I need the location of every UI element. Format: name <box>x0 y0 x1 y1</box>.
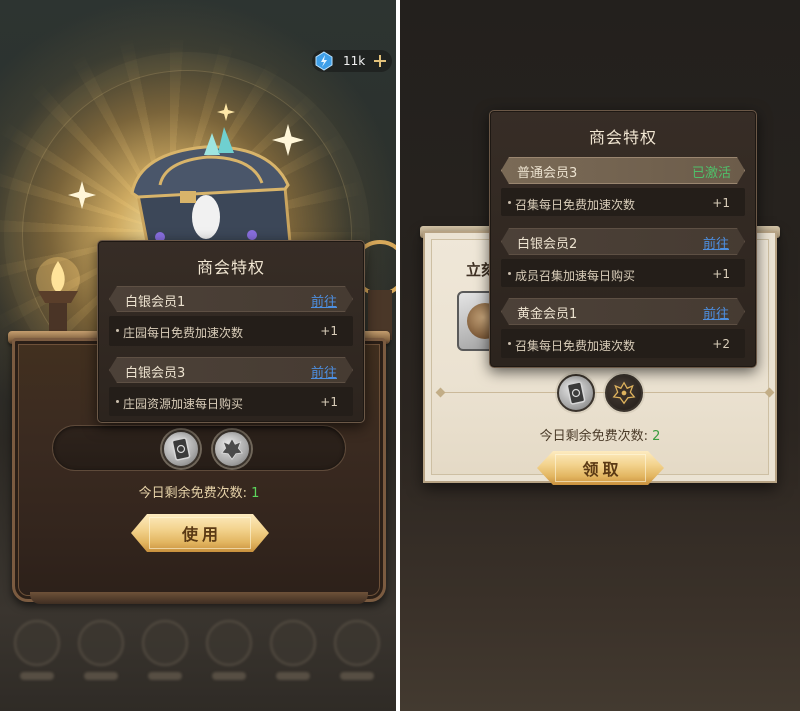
bottom-nav-icon <box>270 620 316 666</box>
card-icon <box>566 381 586 405</box>
tier-benefit-row: 庄园资源加速每日购买 +1 <box>109 387 353 416</box>
benefit-bonus: +2 <box>712 337 730 351</box>
remaining-free-count: 今日剩余免费次数: 2 <box>423 425 777 444</box>
crest-icon <box>220 437 244 460</box>
tier-benefit-row: 庄园每日免费加速次数 +1 <box>109 316 353 346</box>
bottom-nav-label <box>20 672 54 680</box>
bottom-nav-label <box>340 672 374 680</box>
crest-reward-icon[interactable] <box>605 374 643 412</box>
sparkle-icon <box>272 124 304 156</box>
benefit-text: 庄园每日免费加速次数 <box>123 326 244 340</box>
remaining-label: 今日剩余免费次数: <box>138 486 252 501</box>
tier-header: 白银会员3 前往 <box>109 357 353 383</box>
currency-bar[interactable]: 11k <box>312 50 392 72</box>
bottom-nav-icon <box>334 620 380 666</box>
bottom-nav-icon <box>142 620 188 666</box>
plus-icon[interactable] <box>373 54 387 68</box>
frame-bottom-ornament <box>30 592 368 604</box>
crest-reward-icon[interactable] <box>213 430 251 468</box>
activated-status: 已激活 <box>691 166 731 181</box>
bottom-nav-icon <box>206 620 252 666</box>
benefit-bonus: +1 <box>712 267 730 281</box>
bullet-icon <box>116 329 119 332</box>
goto-link[interactable]: 前往 <box>703 303 729 322</box>
bottom-nav-label <box>212 672 246 680</box>
benefit-text: 召集每日免费加速次数 <box>515 339 636 353</box>
bottom-nav-icon <box>78 620 124 666</box>
remaining-label: 今日剩余免费次数: <box>539 429 653 444</box>
bullet-icon <box>116 400 119 403</box>
remaining-count: 1 <box>251 486 260 501</box>
crest-icon <box>612 381 636 405</box>
tier-name: 白银会员2 <box>517 237 578 252</box>
use-button-label: 使用 <box>181 525 222 544</box>
tier-name: 白银会员1 <box>125 295 186 310</box>
tier-benefit-row: 成员召集加速每日购买 +1 <box>501 259 745 287</box>
tier-benefit-row: 召集每日免费加速次数 +1 <box>501 188 745 216</box>
sparkle-icon <box>217 103 235 121</box>
claim-button-label: 领取 <box>582 460 623 479</box>
bottom-nav-label <box>276 672 310 680</box>
remaining-count: 2 <box>652 429 661 444</box>
bullet-icon <box>508 201 511 204</box>
tier-header: 白银会员1 前往 <box>109 286 353 312</box>
crystal-icon <box>315 51 333 71</box>
benefit-bonus: +1 <box>320 395 338 409</box>
tier-name: 普通会员3 <box>517 166 578 181</box>
benefit-text: 庄园资源加速每日购买 <box>123 397 244 411</box>
card-reward-icon[interactable] <box>557 374 595 412</box>
remaining-free-count: 今日剩余免费次数: 1 <box>12 482 386 501</box>
bullet-icon <box>508 272 511 275</box>
tier-name: 白银会员3 <box>125 366 186 381</box>
tier-header-active: 普通会员3 已激活 <box>501 157 745 184</box>
benefit-text: 成员召集加速每日购买 <box>515 269 636 283</box>
goto-link[interactable]: 前往 <box>311 362 337 381</box>
card-icon <box>171 437 191 461</box>
privilege-popup: 商会特权 白银会员1 前往 庄园每日免费加速次数 +1 白银会员3 前往 庄园资… <box>97 240 365 423</box>
bottom-nav-icon <box>14 620 60 666</box>
bottom-nav-label <box>148 672 182 680</box>
sparkle-icon <box>68 181 96 209</box>
claim-button[interactable]: 领取 <box>537 451 664 485</box>
goto-link[interactable]: 前往 <box>703 233 729 252</box>
bullet-icon <box>508 342 511 345</box>
benefit-bonus: +1 <box>712 196 730 210</box>
tier-benefit-row: 召集每日免费加速次数 +2 <box>501 329 745 358</box>
left-screen: 11k 今日剩余免费次数: 1 使用 商会特权 白银会员1 前往 庄园每日免费加… <box>0 0 396 711</box>
bottom-nav-label <box>84 672 118 680</box>
goto-link[interactable]: 前往 <box>311 291 337 310</box>
tier-header: 黄金会员1 前往 <box>501 298 745 325</box>
privilege-popup: 商会特权 普通会员3 已激活 召集每日免费加速次数 +1 白银会员2 前往 成员… <box>489 110 757 368</box>
right-screen: 立刻 今日剩余免费次数: 2 领取 商会特权 普通会员3 已激活 召集每日免费加… <box>400 0 800 711</box>
popup-title: 商会特权 <box>196 258 265 277</box>
currency-amount: 11k <box>343 54 366 68</box>
benefit-bonus: +1 <box>320 324 338 338</box>
tier-name: 黄金会员1 <box>517 307 578 322</box>
card-reward-icon[interactable] <box>162 430 200 468</box>
use-button[interactable]: 使用 <box>131 514 269 552</box>
benefit-text: 召集每日免费加速次数 <box>515 198 636 212</box>
tier-header: 白银会员2 前往 <box>501 228 745 255</box>
popup-title: 商会特权 <box>588 128 657 147</box>
